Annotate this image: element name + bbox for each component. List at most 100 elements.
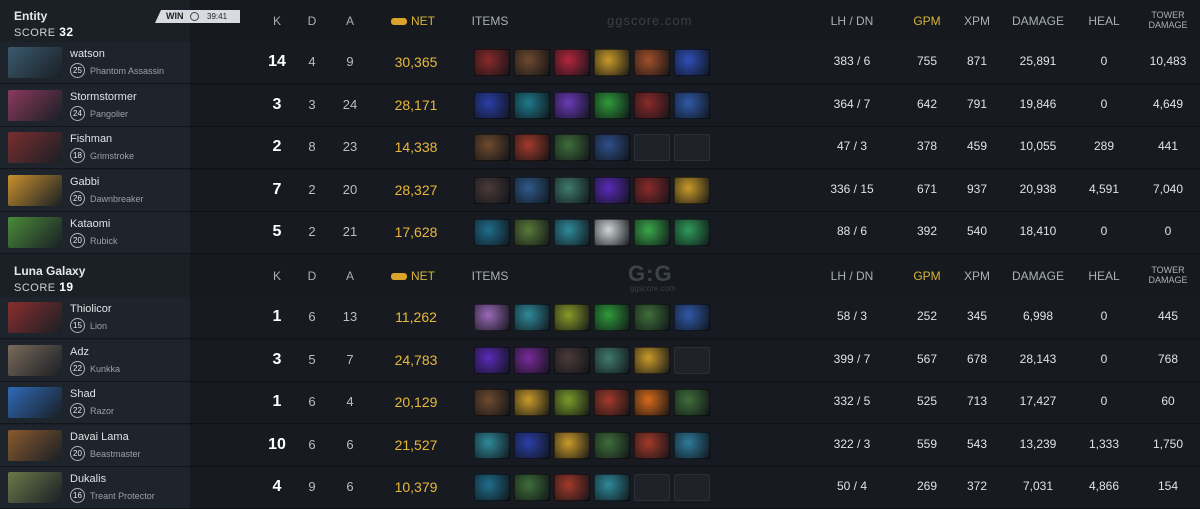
stat-gpm: 567 <box>916 351 938 366</box>
item-icon[interactable] <box>554 176 590 204</box>
hero-level: 16 <box>70 488 85 503</box>
score-value: 32 <box>59 25 74 39</box>
item-icon[interactable] <box>474 431 510 459</box>
item-icon[interactable] <box>674 49 710 76</box>
item-icon[interactable] <box>634 431 670 459</box>
item-icon[interactable] <box>594 474 630 501</box>
stat-d: 6 <box>308 394 316 409</box>
item-icon[interactable] <box>594 389 630 416</box>
item-icon[interactable] <box>674 389 710 416</box>
item-icon[interactable] <box>554 49 590 76</box>
stat-net: 28,327 <box>394 181 438 198</box>
item-icon[interactable] <box>594 134 630 161</box>
item-icon[interactable] <box>594 219 630 246</box>
item-icon[interactable] <box>554 431 590 459</box>
tower-label-2: DAMAGE <box>1148 20 1188 30</box>
item-icon[interactable] <box>514 49 550 76</box>
empty-item-slot[interactable] <box>634 474 670 501</box>
item-icon[interactable] <box>554 219 590 246</box>
stat-xpm: 543 <box>966 436 988 451</box>
hero-name: Dawnbreaker <box>90 193 144 204</box>
item-icon[interactable] <box>674 304 710 331</box>
item-icon[interactable] <box>554 91 590 119</box>
item-icon[interactable] <box>634 91 670 119</box>
item-icon[interactable] <box>474 49 510 76</box>
item-icon[interactable] <box>634 346 670 374</box>
hero-name: Beastmaster <box>90 448 141 459</box>
player-card[interactable]: Stormstormer 24 Pangolier <box>0 84 190 127</box>
item-icon[interactable] <box>674 219 710 246</box>
stat-a: 20 <box>342 181 358 197</box>
stat-lhdn: 47 / 3 <box>836 139 868 153</box>
item-icon[interactable] <box>514 219 550 246</box>
item-icon[interactable] <box>514 389 550 416</box>
stat-damage: 17,427 <box>1019 394 1057 408</box>
item-icon[interactable] <box>634 219 670 246</box>
stat-gpm: 378 <box>916 139 938 153</box>
item-icon[interactable] <box>514 474 550 501</box>
player-card[interactable]: Gabbi 26 Dawnbreaker <box>0 169 190 212</box>
item-icon[interactable] <box>594 91 630 119</box>
column-header-k: K <box>272 14 281 28</box>
item-icon[interactable] <box>554 474 590 501</box>
item-icon[interactable] <box>474 176 510 204</box>
stat-net: 28,171 <box>394 96 438 113</box>
stat-lhdn: 88 / 6 <box>836 224 868 238</box>
empty-item-slot[interactable] <box>674 474 710 501</box>
item-icon[interactable] <box>674 431 710 459</box>
column-header-gpm: GPM <box>913 14 941 28</box>
item-icon[interactable] <box>514 91 550 119</box>
item-icon[interactable] <box>674 91 710 119</box>
item-icon[interactable] <box>594 346 630 374</box>
item-icon[interactable] <box>474 134 510 161</box>
player-card[interactable]: Davai Lama 20 Beastmaster <box>0 424 190 467</box>
item-icon[interactable] <box>554 389 590 416</box>
player-card[interactable]: Adz 22 Kunkka <box>0 339 190 382</box>
item-icon[interactable] <box>594 176 630 204</box>
item-icon[interactable] <box>474 91 510 119</box>
player-card[interactable]: Dukalis 16 Treant Protector <box>0 467 190 509</box>
item-icon[interactable] <box>554 304 590 331</box>
empty-item-slot[interactable] <box>634 134 670 161</box>
empty-item-slot[interactable] <box>674 134 710 161</box>
item-icon[interactable] <box>594 304 630 331</box>
player-card[interactable]: Fishman 18 Grimstroke <box>0 127 190 169</box>
stat-net: 17,628 <box>394 224 438 240</box>
hero-name: Kunkka <box>90 363 121 374</box>
player-card[interactable]: watson 25 Phantom Assassin <box>0 42 190 84</box>
item-icon[interactable] <box>514 304 550 331</box>
stat-tower: 768 <box>1157 351 1179 366</box>
stat-damage: 10,055 <box>1019 139 1057 153</box>
item-icon[interactable] <box>514 346 550 374</box>
item-icon[interactable] <box>514 176 550 204</box>
stat-k: 3 <box>272 350 282 368</box>
hero-level: 25 <box>70 63 85 78</box>
item-icon[interactable] <box>674 176 710 204</box>
player-card[interactable]: Shad 22 Razor <box>0 382 190 424</box>
player-card[interactable]: Thiolicor 15 Lion <box>0 297 190 339</box>
item-icon[interactable] <box>594 49 630 76</box>
item-icon[interactable] <box>474 474 510 501</box>
stat-heal: 0 <box>1100 54 1108 68</box>
item-icon[interactable] <box>594 431 630 459</box>
item-icon[interactable] <box>474 219 510 246</box>
empty-item-slot[interactable] <box>674 346 710 374</box>
item-icon[interactable] <box>474 304 510 331</box>
stat-lhdn: 399 / 7 <box>833 351 871 366</box>
item-icon[interactable] <box>554 134 590 161</box>
item-icon[interactable] <box>634 176 670 204</box>
item-icon[interactable] <box>514 134 550 161</box>
item-icon[interactable] <box>474 389 510 416</box>
item-icon[interactable] <box>474 346 510 374</box>
player-name: Davai Lama <box>70 430 129 443</box>
item-icon[interactable] <box>554 346 590 374</box>
player-card[interactable]: Kataomi 20 Rubick <box>0 212 190 254</box>
item-icon[interactable] <box>514 431 550 459</box>
item-icon[interactable] <box>634 389 670 416</box>
hero-level: 15 <box>70 318 85 333</box>
column-header-k: K <box>272 269 281 283</box>
hero-portrait <box>8 217 62 248</box>
stat-k: 3 <box>272 95 282 113</box>
item-icon[interactable] <box>634 304 670 331</box>
item-icon[interactable] <box>634 49 670 76</box>
